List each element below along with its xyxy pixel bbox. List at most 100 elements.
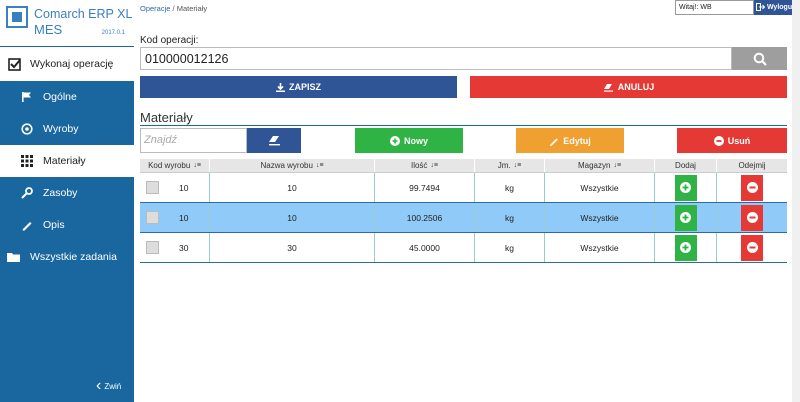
delete-label: Usuń xyxy=(727,135,751,146)
target-icon xyxy=(20,122,34,136)
cell-nazwa: 10 xyxy=(210,173,375,202)
cell-ilosc: 45.0000 xyxy=(375,233,475,262)
cell-magazyn: Wszystkie xyxy=(545,203,655,232)
app-root: Comarch ERP XL MES 2017.0.1 Wykonaj oper… xyxy=(0,0,800,402)
search-icon xyxy=(753,52,767,66)
logout-icon xyxy=(755,2,766,13)
breadcrumb: Operacje / Materiały xyxy=(140,4,208,13)
add-quantity-button[interactable] xyxy=(674,234,697,261)
sort-icon: ↓≡ xyxy=(430,162,439,169)
col-odejmij: Odejmij xyxy=(738,161,766,170)
cell-nazwa: 10 xyxy=(210,203,375,232)
col-kod-wyrobu[interactable]: Kod wyrobu ↓≡ xyxy=(140,159,210,172)
delete-button[interactable]: Usuń xyxy=(677,128,787,153)
materials-table: Kod wyrobu ↓≡ Nazwa wyrobu ↓≡ Ilość ↓≡ Jm. ↓… xyxy=(140,159,787,263)
sidebar-item-label: Wykonaj operację xyxy=(30,58,114,70)
sidebar-item-ogolne[interactable]: Ogólne xyxy=(0,81,134,113)
table-row[interactable]: 10 10 99.7494 kg Wszystkie xyxy=(140,173,787,203)
kod-operacji-input[interactable]: 010000012126 xyxy=(140,47,732,70)
add-quantity-button[interactable] xyxy=(674,204,697,231)
breadcrumb-operacje[interactable]: Operacje xyxy=(140,4,170,13)
sidebar-item-label: Wszystkie zadania xyxy=(30,251,117,263)
sidebar-item-label: Materiały xyxy=(43,155,86,167)
cell-jm: kg xyxy=(475,173,545,202)
welcome-field: Witaj!: WB xyxy=(675,0,754,15)
col-dodaj: Dodaj xyxy=(655,159,717,172)
subtract-quantity-button[interactable] xyxy=(741,234,763,261)
cell-jm: kg xyxy=(475,203,545,232)
new-button[interactable]: Nowy xyxy=(355,128,463,153)
sidebar-item-wykonaj-operacje[interactable]: Wykonaj operację xyxy=(0,47,134,81)
minus-circle-icon xyxy=(746,182,758,193)
sidebar-item-opis[interactable]: Opis xyxy=(0,209,134,241)
save-button[interactable]: ZAPISZ xyxy=(140,76,457,98)
cancel-button[interactable]: ANULUJ xyxy=(470,76,787,98)
col-ilosc[interactable]: Ilość ↓≡ xyxy=(375,159,475,172)
subtract-quantity-button[interactable] xyxy=(741,174,763,201)
search-button[interactable] xyxy=(732,47,787,70)
download-icon xyxy=(275,82,285,92)
find-input[interactable]: Znajdź xyxy=(140,128,247,153)
sidebar: Comarch ERP XL MES 2017.0.1 Wykonaj oper… xyxy=(0,0,134,402)
collapse-label: Zwiń xyxy=(104,381,122,391)
cell-magazyn: Wszystkie xyxy=(545,173,655,202)
grid-icon xyxy=(20,154,34,168)
sidebar-item-label: Wyroby xyxy=(43,123,79,135)
row-checkbox[interactable] xyxy=(146,181,159,194)
plus-circle-icon xyxy=(680,182,691,193)
app-version: 2017.0.1 xyxy=(101,30,125,36)
sidebar-item-label: Opis xyxy=(43,219,65,231)
subtract-quantity-button[interactable] xyxy=(741,204,763,231)
sidebar-item-wszystkie-zadania[interactable]: Wszystkie zadania xyxy=(0,241,134,273)
eraser-icon xyxy=(268,136,280,146)
sort-icon: ↓≡ xyxy=(513,162,522,169)
sidebar-item-wyroby[interactable]: Wyroby xyxy=(0,113,134,145)
cell-jm: kg xyxy=(475,233,545,262)
table-header: Kod wyrobu ↓≡ Nazwa wyrobu ↓≡ Ilość ↓≡ Jm. ↓… xyxy=(140,159,787,173)
eraser-icon xyxy=(603,83,614,92)
kod-operacji-label: Kod operacji: xyxy=(140,35,199,46)
wrench-icon xyxy=(20,186,34,200)
comarch-logo-icon xyxy=(6,6,28,28)
sort-icon: ↓≡ xyxy=(613,162,622,169)
cell-ilosc: 99.7494 xyxy=(375,173,475,202)
cell-magazyn: Wszystkie xyxy=(545,233,655,262)
sort-icon: ↓≡ xyxy=(193,162,201,169)
cell-ilosc: 100.2506 xyxy=(375,203,475,232)
add-quantity-button[interactable] xyxy=(674,174,697,201)
logout-label: Wyloguj xyxy=(766,4,795,11)
flag-icon xyxy=(20,90,34,104)
plus-circle-icon xyxy=(680,242,691,253)
col-nazwa-wyrobu[interactable]: Nazwa wyrobu ↓≡ xyxy=(210,159,375,172)
clear-search-button[interactable] xyxy=(247,128,301,153)
cell-nazwa: 30 xyxy=(210,233,375,262)
row-checkbox[interactable] xyxy=(146,211,159,224)
edit-button[interactable]: Edytuj xyxy=(516,128,624,153)
edit-label: Edytuj xyxy=(563,135,591,146)
app-title: Comarch ERP XL xyxy=(34,7,133,21)
table-row[interactable]: 10 10 100.2506 kg Wszystkie xyxy=(140,203,787,233)
app-subtitle: MES xyxy=(34,22,63,37)
page-scrollbar[interactable] xyxy=(792,0,800,402)
plus-circle-icon xyxy=(680,212,691,223)
row-checkbox[interactable] xyxy=(146,241,159,254)
cancel-label: ANULUJ xyxy=(617,82,655,92)
collapse-sidebar-button[interactable]: ‹ Zwiń xyxy=(96,378,121,394)
logout-button[interactable]: Wyloguj xyxy=(754,0,796,15)
pencil-icon xyxy=(549,136,559,146)
chevron-left-icon: ‹ xyxy=(96,377,102,394)
sort-icon: ↓≡ xyxy=(315,162,324,169)
cell-kod: 30 xyxy=(179,242,189,253)
breadcrumb-materialy: Materiały xyxy=(176,4,208,13)
sidebar-item-label: Ogólne xyxy=(43,91,77,103)
sidebar-item-zasoby[interactable]: Zasoby xyxy=(0,177,134,209)
table-row[interactable]: 30 30 45.0000 kg Wszystkie xyxy=(140,233,787,263)
plus-circle-icon xyxy=(389,135,400,146)
sidebar-item-materialy[interactable]: Materiały xyxy=(0,145,134,177)
materials-title: Materiały xyxy=(140,110,193,125)
col-magazyn[interactable]: Magazyn ↓≡ xyxy=(545,159,655,172)
minus-circle-icon xyxy=(746,212,758,223)
pencil-icon xyxy=(20,218,34,232)
new-label: Nowy xyxy=(403,135,428,146)
col-jm[interactable]: Jm. ↓≡ xyxy=(475,159,545,172)
